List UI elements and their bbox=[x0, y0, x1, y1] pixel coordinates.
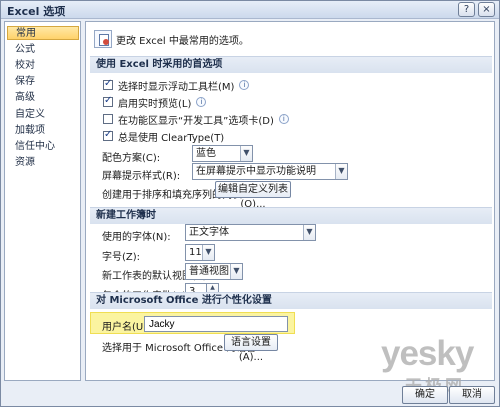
sidebar-item-proofing[interactable]: 校对 bbox=[7, 59, 79, 73]
sidebar-item-addins[interactable]: 加载项 bbox=[7, 124, 79, 138]
edit-custom-lists-button[interactable]: 编辑自定义列表(O)... bbox=[215, 181, 291, 210]
option-developer-tab[interactable]: 在功能区显示“开发工具”选项卡(D) i bbox=[103, 112, 289, 127]
options-sidebar: 常用 公式 校对 保存 高级 自定义 加载项 信任中心 资源 bbox=[4, 21, 81, 381]
default-view-value: 普通视图 bbox=[189, 266, 229, 277]
option-floating-toolbar[interactable]: 选择时显示浮动工具栏(M) i bbox=[103, 78, 250, 93]
option-live-preview-label: 启用实时预览(L) bbox=[118, 98, 192, 110]
cancel-button[interactable]: 取消 bbox=[449, 386, 495, 404]
window-title: Excel 选项 bbox=[7, 5, 66, 18]
intro-text: 更改 Excel 中最常用的选项。 bbox=[116, 36, 249, 47]
close-button[interactable]: × bbox=[478, 2, 495, 17]
watermark-logo: yesky 天极网 bbox=[381, 334, 491, 396]
color-scheme-dropdown[interactable]: 蓝色 ▼ bbox=[192, 145, 253, 162]
chevron-down-icon[interactable]: ▼ bbox=[240, 146, 252, 161]
chevron-down-icon[interactable]: ▼ bbox=[230, 264, 242, 279]
color-scheme-label: 配色方案(C): bbox=[102, 153, 161, 164]
default-view-dropdown[interactable]: 普通视图 ▼ bbox=[185, 263, 243, 280]
option-floating-toolbar-label: 选择时显示浮动工具栏(M) bbox=[118, 81, 235, 93]
username-input[interactable] bbox=[144, 316, 288, 332]
section-header-new-workbook: 新建工作簿时 bbox=[90, 207, 492, 224]
sidebar-item-save[interactable]: 保存 bbox=[7, 75, 79, 89]
sidebar-item-common[interactable]: 常用 bbox=[7, 26, 79, 40]
chevron-down-icon[interactable]: ▼ bbox=[202, 245, 214, 260]
language-settings-button[interactable]: 语言设置(A)... bbox=[224, 334, 278, 363]
tooltip-style-value: 在屏幕提示中显示功能说明 bbox=[196, 166, 316, 177]
font-dropdown[interactable]: 正文字体 ▼ bbox=[185, 224, 316, 241]
tooltip-style-label: 屏幕提示样式(R): bbox=[102, 171, 181, 182]
excel-options-window: Excel 选项 ? × 常用 公式 校对 保存 高级 自定义 加载项 信任中心… bbox=[0, 0, 500, 407]
section-header-preferences: 使用 Excel 时采用的首选项 bbox=[90, 56, 492, 73]
color-scheme-value: 蓝色 bbox=[196, 148, 216, 159]
font-size-label: 字号(Z): bbox=[102, 252, 141, 263]
watermark-main: yesky bbox=[381, 334, 474, 373]
chevron-down-icon[interactable]: ▼ bbox=[335, 164, 347, 179]
sidebar-item-customize[interactable]: 自定义 bbox=[7, 108, 79, 122]
option-cleartype-label: 总是使用 ClearType(T) bbox=[118, 132, 225, 144]
chevron-up-icon[interactable]: ▲ bbox=[207, 284, 218, 291]
font-size-dropdown[interactable]: 11 ▼ bbox=[185, 244, 215, 261]
font-value: 正文字体 bbox=[189, 227, 229, 238]
option-developer-tab-label: 在功能区显示“开发工具”选项卡(D) bbox=[118, 115, 274, 127]
tooltip-style-dropdown[interactable]: 在屏幕提示中显示功能说明 ▼ bbox=[192, 163, 348, 180]
checkbox-live-preview[interactable] bbox=[103, 95, 113, 107]
ok-button[interactable]: 确定 bbox=[402, 386, 448, 404]
font-label: 使用的字体(N): bbox=[102, 232, 171, 243]
info-icon: i bbox=[278, 114, 289, 124]
sidebar-item-trust-center[interactable]: 信任中心 bbox=[7, 140, 79, 154]
help-button[interactable]: ? bbox=[458, 2, 475, 17]
sidebar-item-formulas[interactable]: 公式 bbox=[7, 43, 79, 57]
sidebar-item-resources[interactable]: 资源 bbox=[7, 156, 79, 170]
options-panel: 更改 Excel 中最常用的选项。 使用 Excel 时采用的首选项 选择时显示… bbox=[85, 21, 495, 381]
sidebar-item-advanced[interactable]: 高级 bbox=[7, 91, 79, 105]
checkbox-cleartype[interactable] bbox=[103, 129, 113, 141]
settings-icon bbox=[94, 30, 112, 48]
font-size-value: 11 bbox=[189, 247, 202, 258]
checkbox-floating-toolbar[interactable] bbox=[103, 78, 113, 90]
checkbox-developer-tab[interactable] bbox=[103, 114, 113, 124]
info-icon: i bbox=[196, 97, 207, 107]
info-icon: i bbox=[239, 80, 250, 90]
option-cleartype[interactable]: 总是使用 ClearType(T) bbox=[103, 129, 225, 144]
section-header-personalize: 对 Microsoft Office 进行个性化设置 bbox=[90, 292, 492, 309]
chevron-down-icon[interactable]: ▼ bbox=[303, 225, 315, 240]
option-live-preview[interactable]: 启用实时预览(L) i bbox=[103, 95, 207, 110]
title-bar: Excel 选项 ? × bbox=[1, 1, 499, 19]
